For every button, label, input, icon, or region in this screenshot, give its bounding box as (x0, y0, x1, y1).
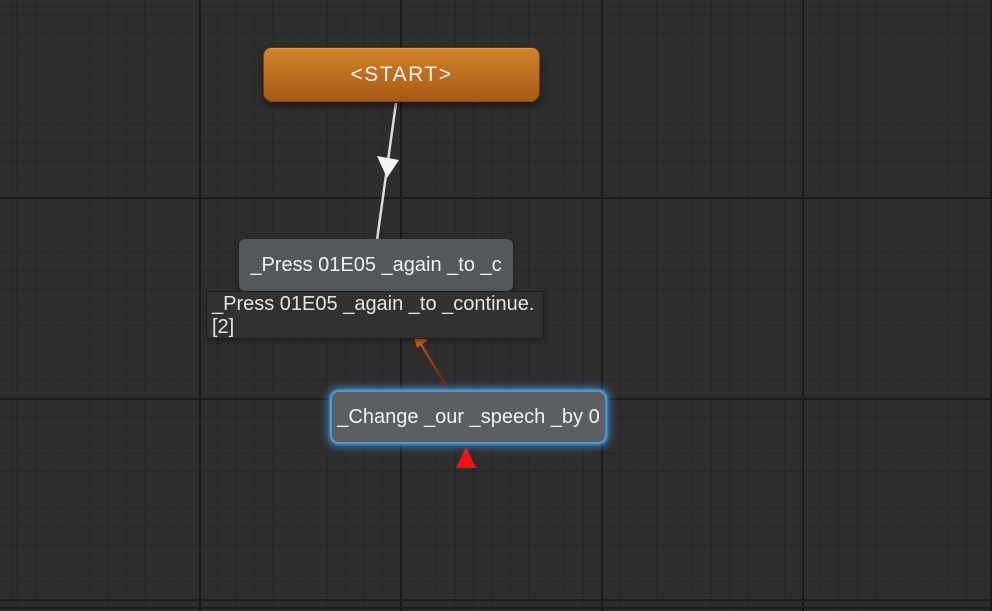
node-press-caption: _Press 01E05 _again _to _continue. [2] (206, 291, 544, 339)
node-press-caption-line2: [2] (212, 316, 538, 339)
link-direction-arrow-icon (377, 156, 399, 178)
link-change-to-press[interactable] (413, 334, 448, 389)
incoming-link-arrow-icon[interactable] (456, 447, 476, 468)
node-start-label: <START> (351, 63, 453, 87)
graph-canvas[interactable]: <START> _Press 01E05 _again _to _c _Pres… (0, 0, 992, 611)
node-press[interactable]: _Press 01E05 _again _to _c (239, 239, 513, 291)
node-press-title: _Press 01E05 _again _to _c (250, 254, 501, 277)
node-change-selected[interactable]: _Change _our _speech _by 0 (330, 390, 607, 444)
link-start-to-press[interactable] (377, 103, 399, 240)
node-change-title: _Change _our _speech _by 0 (337, 406, 599, 429)
link-start-to-press-line[interactable] (377, 103, 396, 240)
node-press-caption-line1: _Press 01E05 _again _to _continue. (212, 293, 538, 316)
link-change-to-press-line[interactable] (419, 341, 448, 389)
node-start[interactable]: <START> (263, 47, 540, 102)
